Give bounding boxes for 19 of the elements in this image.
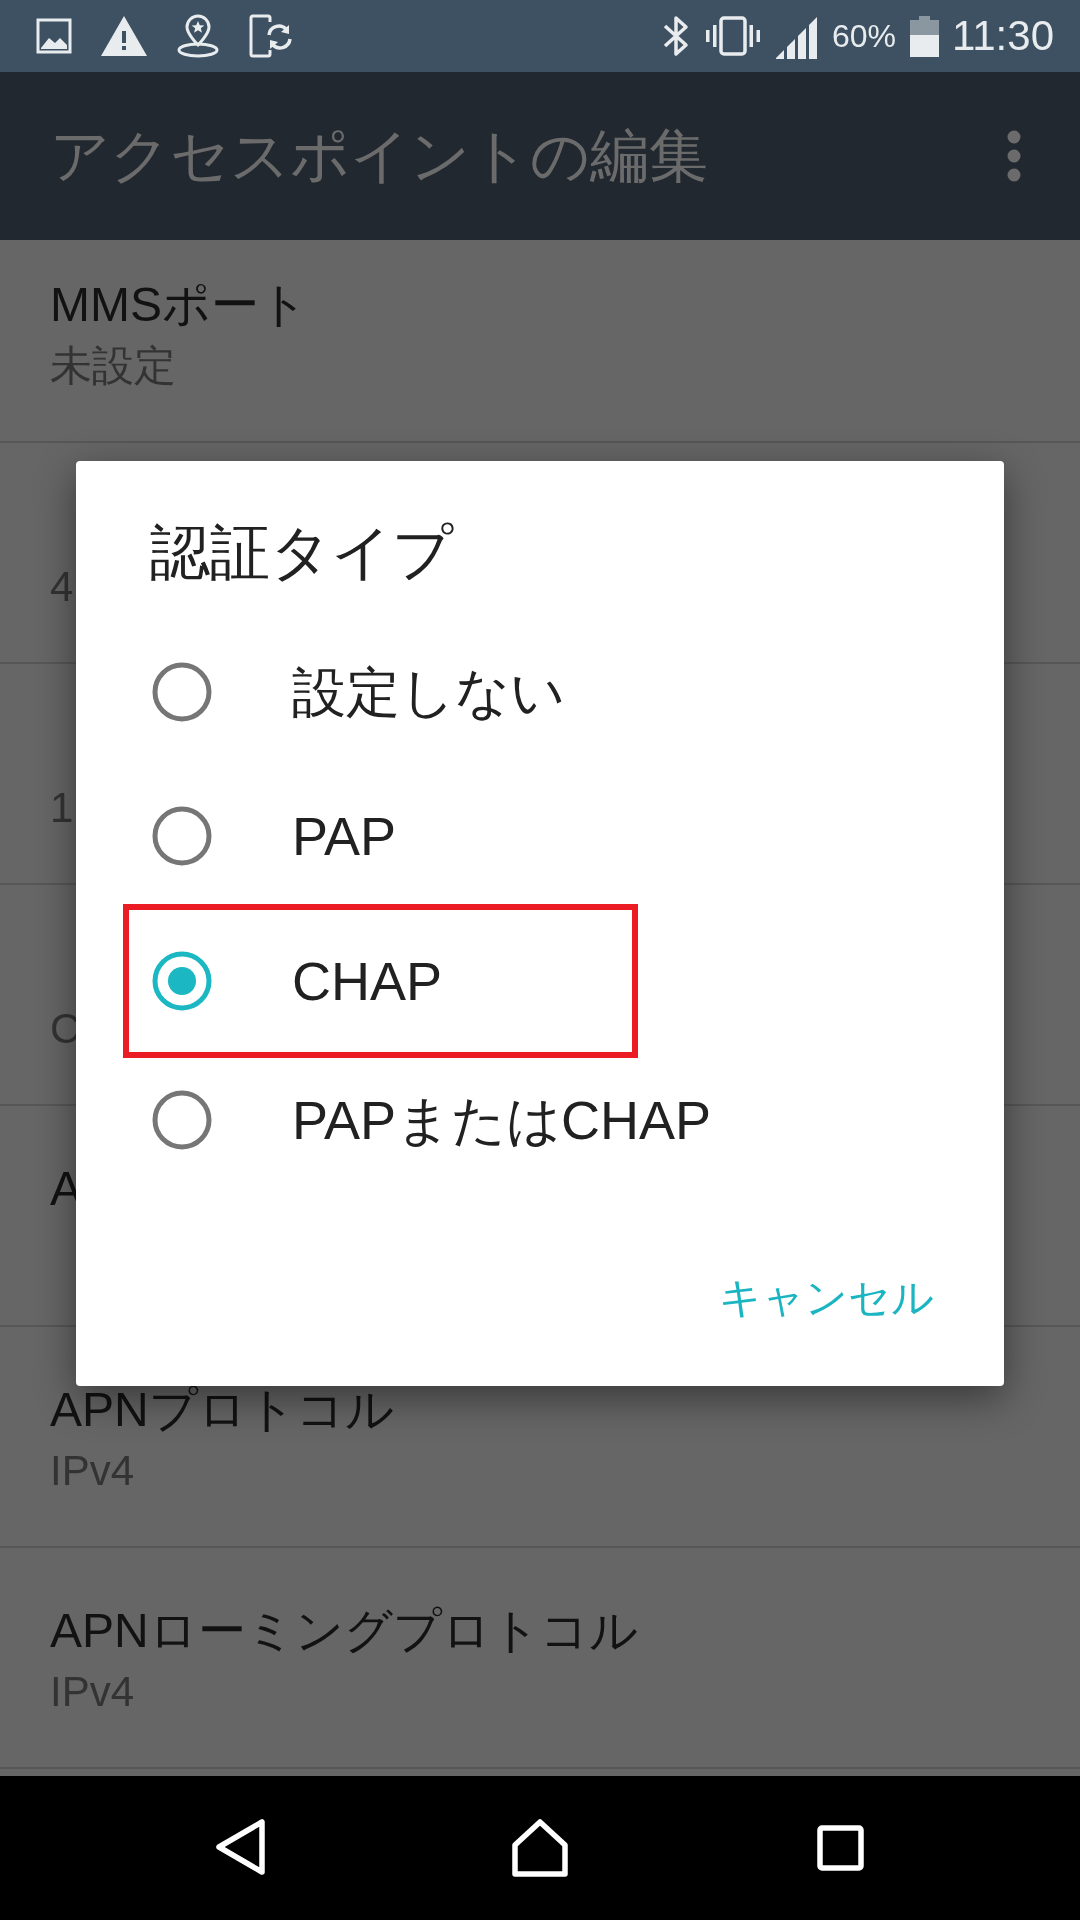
battery-percentage: 60% bbox=[831, 17, 896, 56]
screen-title: アクセスポイントの編集 bbox=[50, 122, 708, 191]
location-pin-star-icon bbox=[176, 14, 220, 58]
item-title: APNローミングプロトコル bbox=[50, 1603, 638, 1659]
phone-sync-icon bbox=[248, 14, 292, 58]
overflow-menu-icon[interactable] bbox=[1007, 130, 1021, 182]
clock-time: 11:30 bbox=[952, 11, 1054, 61]
radio-option[interactable]: 設定しない bbox=[152, 620, 565, 764]
dialog-title: 認証タイプ bbox=[150, 518, 453, 588]
vibrate-icon bbox=[704, 16, 761, 56]
battery-icon bbox=[910, 15, 939, 57]
item-title: MMSポート bbox=[50, 277, 308, 333]
item-title: APNプロトコル bbox=[50, 1382, 394, 1438]
highlighted-radio-option[interactable]: CHAP bbox=[123, 904, 638, 1058]
warning-icon bbox=[100, 15, 148, 57]
back-icon[interactable] bbox=[214, 1819, 266, 1877]
recents-icon[interactable] bbox=[815, 1824, 865, 1872]
home-icon[interactable] bbox=[511, 1819, 569, 1877]
image-icon bbox=[36, 18, 72, 54]
